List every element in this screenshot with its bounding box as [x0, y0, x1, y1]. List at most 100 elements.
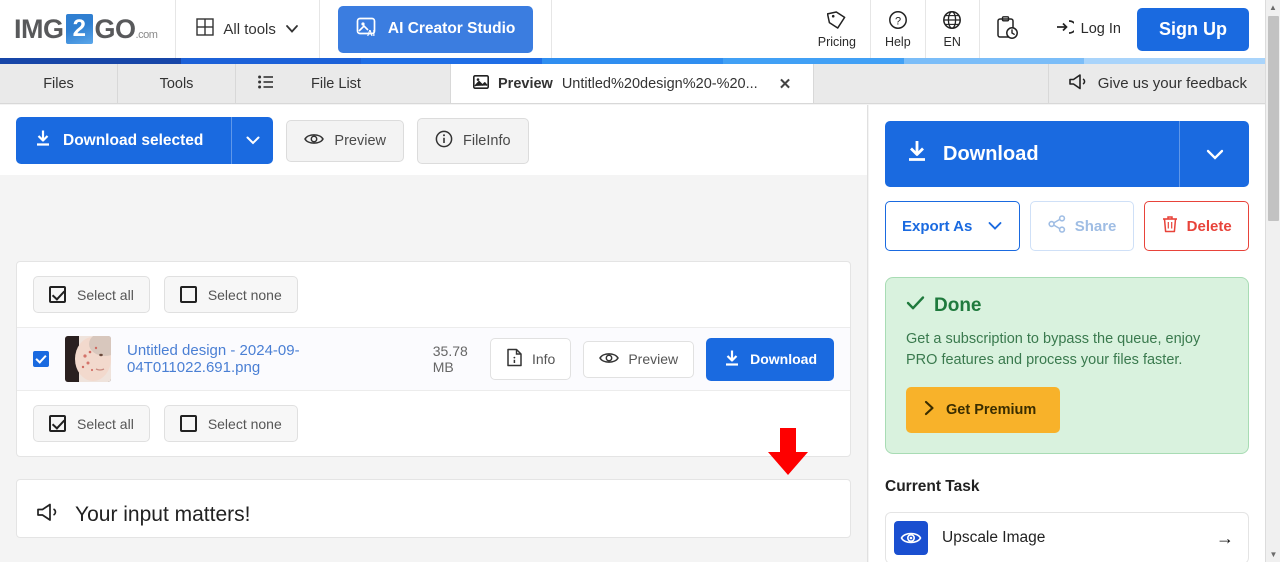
- fileinfo-label: FileInfo: [462, 132, 511, 149]
- feedback-link[interactable]: Give us your feedback: [1047, 64, 1265, 103]
- scrollbar[interactable]: ▲ ▼: [1265, 0, 1280, 562]
- preview-button[interactable]: Preview: [286, 119, 404, 162]
- scroll-up-icon[interactable]: ▲: [1266, 0, 1280, 15]
- select-all-button-top[interactable]: Select all: [33, 276, 150, 313]
- feedback-panel-title: Your input matters!: [75, 502, 251, 526]
- get-premium-label: Get Premium: [946, 402, 1037, 419]
- tab-files[interactable]: Files: [0, 64, 118, 103]
- delete-button[interactable]: Delete: [1144, 201, 1249, 251]
- svg-text:?: ?: [895, 15, 901, 27]
- info-circle-icon: [435, 130, 453, 152]
- header-spacer: [552, 0, 803, 58]
- close-icon[interactable]: ✕: [779, 75, 792, 93]
- upscale-eye-icon: [894, 521, 928, 556]
- logo-img-text: IMG: [14, 13, 64, 44]
- checkbox-empty-icon: [179, 415, 197, 432]
- download-selected-button[interactable]: Download selected: [16, 117, 274, 164]
- file-name-link[interactable]: Untitled design - 2024-09-04T011022.691.…: [127, 342, 419, 376]
- tab-preview-filename: Untitled%20design%20-%20...: [561, 75, 758, 92]
- row-checkbox[interactable]: [33, 351, 49, 367]
- clipboard-clock-icon: [994, 15, 1020, 44]
- annotation-arrow-icon: [768, 428, 808, 475]
- select-row-top: Select all Select none: [17, 262, 850, 327]
- get-premium-button[interactable]: Get Premium: [906, 387, 1061, 434]
- signup-button[interactable]: Sign Up: [1137, 7, 1249, 51]
- select-none-button-bottom[interactable]: Select none: [163, 405, 298, 442]
- checkbox-checked-icon: [49, 286, 66, 303]
- megaphone-icon: [35, 502, 59, 527]
- logo[interactable]: IMG 2 GO .com: [0, 0, 177, 58]
- file-list-panel: Select all Select none Untitled design -…: [16, 261, 851, 457]
- fileinfo-button[interactable]: FileInfo: [416, 117, 529, 164]
- share-icon: [1048, 215, 1066, 237]
- logo-com-text: .com: [135, 28, 158, 41]
- row-info-label: Info: [531, 351, 556, 367]
- row-preview-label: Preview: [628, 351, 679, 367]
- all-tools-menu[interactable]: All tools: [176, 0, 320, 58]
- sidebar-action-row: Export As Share Delete: [885, 201, 1249, 251]
- arrow-right-icon: →: [1216, 527, 1234, 548]
- trash-icon: [1162, 215, 1178, 237]
- login-button[interactable]: Log In: [1034, 0, 1137, 58]
- ai-creator-studio-label: AI Creator Studio: [387, 20, 516, 37]
- language-selector[interactable]: EN: [926, 0, 980, 58]
- ai-image-icon: AI: [356, 16, 378, 43]
- chevron-down-icon: [285, 21, 299, 38]
- row-info-button[interactable]: Info: [489, 338, 572, 380]
- export-as-label: Export As: [902, 217, 973, 235]
- sidebar-download-label: Download: [943, 142, 1039, 165]
- question-circle-icon: ?: [888, 10, 908, 33]
- recent-tasks-button[interactable]: [980, 0, 1034, 58]
- feedback-panel: Your input matters!: [16, 479, 851, 538]
- share-button[interactable]: Share: [1029, 201, 1135, 251]
- ai-creator-studio-button[interactable]: AI AI Creator Studio: [337, 5, 534, 53]
- download-icon: [723, 349, 741, 370]
- select-row-bottom: Select all Select none: [17, 391, 850, 456]
- help-label: Help: [884, 34, 911, 49]
- scroll-down-icon[interactable]: ▼: [1266, 547, 1280, 562]
- download-icon: [905, 139, 929, 169]
- table-row: Untitled design - 2024-09-04T011022.691.…: [17, 327, 850, 391]
- tab-preview[interactable]: Preview Untitled%20design%20-%20... ✕: [451, 64, 815, 103]
- select-none-label-bottom: Select none: [207, 415, 282, 432]
- preview-label: Preview: [334, 132, 386, 149]
- image-icon: [473, 74, 489, 93]
- main-toolbar: Download selected Preview FileInfo: [0, 105, 867, 175]
- tab-tools[interactable]: Tools: [118, 64, 236, 103]
- checkbox-checked-icon: [49, 415, 66, 432]
- ai-creator-studio-wrap: AI AI Creator Studio: [320, 0, 553, 58]
- sidebar-download-dropdown[interactable]: [1179, 121, 1249, 187]
- tab-file-list[interactable]: File List: [236, 64, 451, 103]
- site-header: IMG 2 GO .com All tools AI AI Creator St…: [0, 0, 1265, 58]
- globe-icon: [942, 10, 962, 33]
- pricing-label: Pricing: [817, 34, 856, 49]
- megaphone-icon: [1067, 73, 1087, 94]
- status-badge: Done: [906, 295, 1228, 317]
- delete-label: Delete: [1186, 217, 1232, 235]
- current-task-label: Upscale Image: [942, 529, 1046, 547]
- help-link[interactable]: ? Help: [871, 0, 926, 58]
- login-arrow-icon: [1056, 19, 1077, 39]
- eye-icon: [599, 351, 620, 368]
- export-as-button[interactable]: Export As: [885, 201, 1020, 251]
- row-actions: Info Preview Download: [489, 337, 834, 381]
- row-download-button[interactable]: Download: [706, 337, 834, 381]
- select-all-label-bottom: Select all: [77, 415, 134, 432]
- row-preview-button[interactable]: Preview: [583, 340, 695, 378]
- feedback-label: Give us your feedback: [1097, 75, 1247, 92]
- status-panel: Done Get a subscription to bypass the qu…: [885, 277, 1249, 455]
- pricing-link[interactable]: Pricing: [804, 0, 871, 58]
- list-icon: [258, 75, 274, 93]
- download-selected-dropdown[interactable]: [231, 117, 273, 164]
- scrollbar-thumb[interactable]: [1268, 16, 1279, 221]
- current-task-item[interactable]: Upscale Image →: [885, 512, 1249, 562]
- grid-icon: [196, 18, 215, 40]
- select-all-button-bottom[interactable]: Select all: [33, 405, 150, 442]
- status-label: Done: [934, 295, 982, 316]
- tab-file-list-label: File List: [311, 75, 361, 92]
- select-none-button-top[interactable]: Select none: [163, 276, 298, 313]
- select-all-label-top: Select all: [77, 286, 134, 303]
- sidebar-download-button[interactable]: Download: [885, 121, 1249, 187]
- row-download-label: Download: [750, 351, 817, 367]
- file-info-icon: [506, 348, 523, 370]
